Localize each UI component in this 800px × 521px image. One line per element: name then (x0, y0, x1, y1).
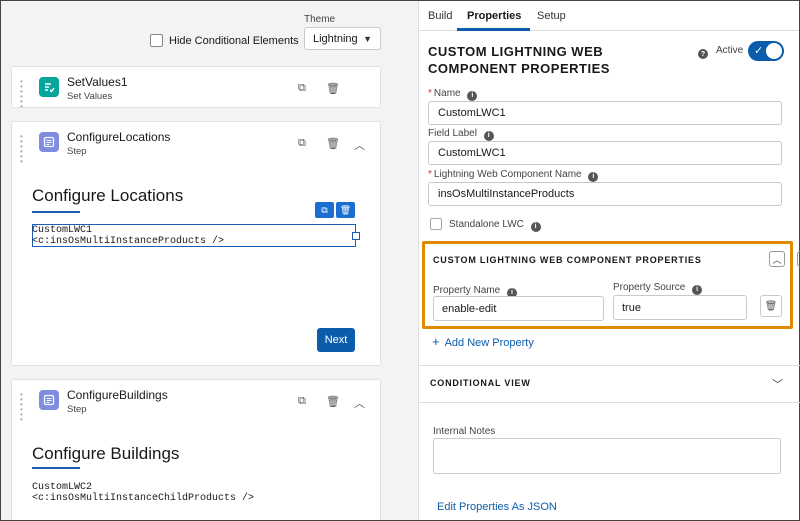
panel-tabs: Build Properties Setup (419, 1, 799, 31)
clone-icon[interactable]: ⧉ (298, 82, 306, 95)
delete-icon[interactable]: 🗑 (336, 202, 355, 218)
chevron-down-icon[interactable]: ﹀ (772, 376, 783, 392)
lwc-tag-text: <c:insOsMultiInstanceChildProducts /> (32, 493, 255, 504)
clone-icon[interactable]: ⧉ (298, 137, 306, 150)
info-icon[interactable]: i (483, 130, 494, 141)
conditional-view-section[interactable]: CONDITIONAL VIEW ﹀ (419, 365, 800, 403)
drag-handle-icon[interactable]: • • • • • • (20, 133, 28, 166)
lwc-name-input[interactable]: insOsMultiInstanceProducts (428, 182, 782, 206)
clone-icon[interactable]: ⧉ (315, 202, 334, 218)
internal-notes-textarea[interactable] (433, 438, 781, 474)
hide-conditional-label: Hide Conditional Elements (169, 34, 299, 47)
delete-icon[interactable]: 🗑 (326, 395, 340, 408)
edit-properties-json-link[interactable]: Edit Properties As JSON (437, 501, 557, 513)
info-icon[interactable]: i (530, 221, 541, 232)
lwc-tag-text: <c:insOsMultiInstanceProducts /> (32, 236, 225, 247)
property-source-label: Property Source i (613, 282, 703, 295)
name-input[interactable]: CustomLWC1 (428, 101, 782, 125)
caret-down-icon: ▼ (363, 33, 372, 44)
standalone-label: Standalone LWC i (449, 219, 541, 232)
hide-conditional-toggle[interactable]: Hide Conditional Elements (150, 34, 299, 47)
next-button[interactable]: Next (317, 328, 355, 352)
element-title: ConfigureBuildings (67, 388, 168, 402)
lwc-name-text: CustomLWC1 (32, 225, 93, 236)
info-icon[interactable]: i (588, 171, 599, 182)
element-title: SetValues1 (67, 75, 128, 89)
element-subtitle: Step (67, 404, 87, 415)
resize-handle[interactable] (352, 232, 360, 240)
check-icon: ✓ (754, 45, 764, 57)
property-name-input[interactable]: enable-edit (433, 296, 604, 321)
set-values-icon (39, 77, 59, 97)
theme-value: Lightning (313, 32, 358, 45)
heading-underline (32, 211, 80, 213)
help-icon[interactable]: ? (698, 49, 708, 59)
toggle-knob (766, 43, 782, 59)
chevron-up-icon[interactable]: ︿ (354, 395, 365, 411)
chevron-up-icon[interactable]: ︿ (354, 137, 365, 153)
element-subtitle: Set Values (67, 91, 113, 102)
heading-underline (32, 467, 80, 469)
drag-handle-icon[interactable]: • • • • • • (20, 78, 28, 111)
active-tab-indicator (457, 28, 530, 31)
canvas: Hide Conditional Elements Theme Lightnin… (1, 1, 418, 520)
trash-icon: 🗑 (764, 300, 778, 312)
step-heading: Configure Locations (32, 186, 184, 205)
lwc-name-label: * Lightning Web Component Name i (428, 169, 599, 182)
field-label-label: Field Label i (428, 128, 494, 141)
active-toggle[interactable]: ✓ (748, 41, 784, 61)
element-title: ConfigureLocations (67, 130, 171, 144)
clone-icon[interactable]: ⧉ (298, 395, 306, 408)
hide-conditional-checkbox[interactable] (150, 34, 163, 47)
name-label: * Name i (428, 88, 478, 101)
delete-icon[interactable]: 🗑 (326, 137, 340, 150)
tab-properties[interactable]: Properties (467, 10, 521, 22)
property-name-label: Property Name i (433, 285, 518, 298)
delete-property-button[interactable]: 🗑 (760, 295, 782, 317)
delete-icon[interactable]: 🗑 (326, 82, 340, 95)
element-subtitle: Step (67, 146, 87, 157)
element-mini-toolbar: ⧉ 🗑 (315, 202, 355, 218)
field-label-input[interactable]: CustomLWC1 (428, 141, 782, 165)
theme-select[interactable]: Lightning ▼ (304, 27, 381, 50)
step-heading: Configure Buildings (32, 444, 180, 463)
standalone-checkbox[interactable] (430, 218, 442, 230)
theme-label: Theme (304, 14, 336, 25)
custom-properties-title: CUSTOM LIGHTNING WEB COMPONENT PROPERTIE… (433, 255, 702, 265)
internal-notes-label: Internal Notes (433, 426, 496, 437)
panel-title: CUSTOM LIGHTNING WEB COMPONENT PROPERTIE… (428, 44, 610, 76)
lwc-name-text: CustomLWC2 (32, 482, 93, 493)
active-label: Active (716, 45, 744, 56)
conditional-view-title: CONDITIONAL VIEW (430, 378, 531, 388)
property-source-input[interactable]: true (613, 295, 747, 320)
step-icon (39, 390, 59, 410)
tab-build[interactable]: Build (428, 10, 452, 22)
info-icon[interactable]: i (692, 284, 703, 295)
plus-icon: + (432, 334, 440, 349)
info-icon[interactable]: i (467, 90, 478, 101)
tab-setup[interactable]: Setup (537, 10, 566, 22)
add-new-property-link[interactable]: + Add New Property (432, 334, 534, 349)
element-card-setvalues1[interactable]: • • • • • • SetValues1 Set Values ⧉ 🗑 (11, 66, 381, 111)
drag-handle-icon[interactable]: • • • • • • (20, 391, 28, 424)
collapse-button[interactable]: ︿ (769, 251, 785, 267)
step-icon (39, 132, 59, 152)
